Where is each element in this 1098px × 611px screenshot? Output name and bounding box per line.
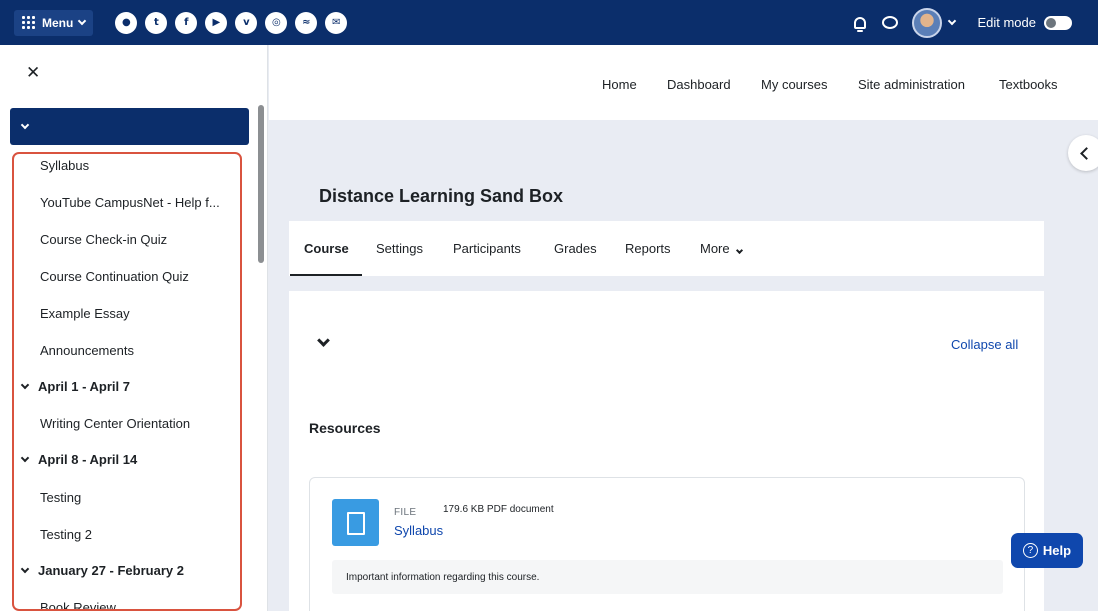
chevron-down-icon	[736, 246, 744, 255]
activity-card: FILE 179.6 KB PDF document Syllabus Impo…	[309, 477, 1025, 611]
menu-button[interactable]: Menu	[14, 9, 94, 36]
sidebar-item-check-in-quiz[interactable]: Course Check-in Quiz	[40, 232, 167, 247]
user-controls: Edit mode	[854, 0, 1072, 45]
course-index-list: Syllabus YouTube CampusNet - Help f... C…	[12, 152, 242, 611]
tab-course[interactable]: Course	[304, 241, 349, 256]
vimeo-icon[interactable]: v	[235, 11, 258, 34]
page-title: Distance Learning Sand Box	[319, 186, 564, 206]
top-navbar: Menu ● t f ▶ v ◎ ≈ ✉ Edit mode	[0, 0, 1098, 45]
edit-mode-label: Edit mode	[977, 15, 1036, 30]
tab-more-label: More	[700, 241, 730, 256]
activity-description: Important information regarding this cou…	[332, 560, 1003, 594]
sidebar-section-april-1[interactable]: April 1 - April 7	[20, 379, 130, 394]
chevron-down-icon	[20, 380, 30, 389]
sidebar-item-syllabus[interactable]: Syllabus	[40, 158, 89, 173]
mail-icon[interactable]: ✉	[325, 11, 348, 34]
nav-home[interactable]: Home	[602, 77, 637, 92]
activity-link-syllabus[interactable]: Syllabus	[394, 523, 443, 538]
sidebar-item-book-review[interactable]: Book Review	[40, 600, 116, 609]
section-label: April 8 - April 14	[38, 452, 138, 467]
tab-more[interactable]: More	[700, 241, 744, 256]
globe-icon[interactable]: ●	[115, 11, 138, 34]
sidebar-item-writing-center[interactable]: Writing Center Orientation	[40, 416, 190, 431]
chevron-down-icon	[20, 453, 30, 462]
chevron-down-icon[interactable]	[317, 334, 330, 347]
grid-icon	[22, 15, 36, 30]
menu-label: Menu	[42, 15, 74, 30]
help-label: Help	[1042, 543, 1072, 558]
social-links: ● t f ▶ v ◎ ≈ ✉	[115, 11, 348, 34]
facebook-icon[interactable]: f	[175, 11, 198, 34]
sidebar-item-continuation-quiz[interactable]: Course Continuation Quiz	[40, 269, 189, 284]
course-content: Collapse all Resources FILE 179.6 KB PDF…	[289, 291, 1044, 611]
question-icon: ?	[1022, 543, 1038, 558]
nav-my-courses[interactable]: My courses	[761, 77, 827, 92]
tab-settings[interactable]: Settings	[376, 241, 423, 256]
chevron-down-icon	[20, 120, 30, 130]
section-header-general[interactable]	[10, 108, 249, 145]
chevron-left-icon[interactable]	[1068, 135, 1098, 171]
activity-type: FILE	[394, 507, 417, 518]
avatar[interactable]	[912, 7, 943, 38]
close-icon[interactable]: ✕	[26, 63, 40, 83]
rss-icon[interactable]: ≈	[295, 11, 318, 34]
chevron-down-icon	[20, 564, 30, 573]
nav-textbooks[interactable]: Textbooks	[999, 77, 1058, 92]
message-icon[interactable]	[882, 16, 899, 29]
youtube-icon[interactable]: ▶	[205, 11, 228, 34]
primary-navigation: Home Dashboard My courses Site administr…	[269, 45, 1098, 120]
twitter-icon[interactable]: t	[145, 11, 168, 34]
help-button[interactable]: ? Help	[1011, 533, 1083, 568]
nav-dashboard[interactable]: Dashboard	[667, 77, 731, 92]
tab-grades[interactable]: Grades	[554, 241, 597, 256]
sidebar-item-testing[interactable]: Testing	[40, 490, 81, 505]
scrollbar[interactable]	[258, 105, 264, 263]
course-tabs: Course Settings Participants Grades Repo…	[289, 221, 1044, 276]
section-label: January 27 - February 2	[38, 563, 184, 578]
file-icon	[332, 499, 379, 546]
file-details: 179.6 KB PDF document	[443, 504, 554, 515]
course-index-drawer: ✕ Syllabus YouTube CampusNet - Help f...…	[0, 45, 268, 611]
sidebar-section-january-27[interactable]: January 27 - February 2	[20, 563, 184, 578]
sidebar-item-announcements[interactable]: Announcements	[40, 343, 134, 358]
collapse-all-link[interactable]: Collapse all	[951, 337, 1018, 352]
instagram-icon[interactable]: ◎	[265, 11, 288, 34]
bell-icon[interactable]	[854, 16, 867, 32]
edit-mode-toggle[interactable]	[1044, 15, 1072, 30]
sidebar-section-april-8[interactable]: April 8 - April 14	[20, 452, 138, 467]
sidebar-item-youtube-campusnet[interactable]: YouTube CampusNet - Help f...	[40, 195, 220, 210]
section-heading-resources: Resources	[309, 420, 381, 436]
sidebar-item-testing-2[interactable]: Testing 2	[40, 527, 92, 542]
chevron-down-icon	[78, 16, 87, 26]
section-label: April 1 - April 7	[38, 379, 130, 394]
nav-site-administration[interactable]: Site administration	[858, 77, 965, 92]
tab-participants[interactable]: Participants	[453, 241, 521, 256]
sidebar-item-example-essay[interactable]: Example Essay	[40, 306, 130, 321]
chevron-down-icon[interactable]	[948, 16, 957, 26]
tab-reports[interactable]: Reports	[625, 241, 671, 256]
active-tab-indicator	[290, 274, 362, 276]
